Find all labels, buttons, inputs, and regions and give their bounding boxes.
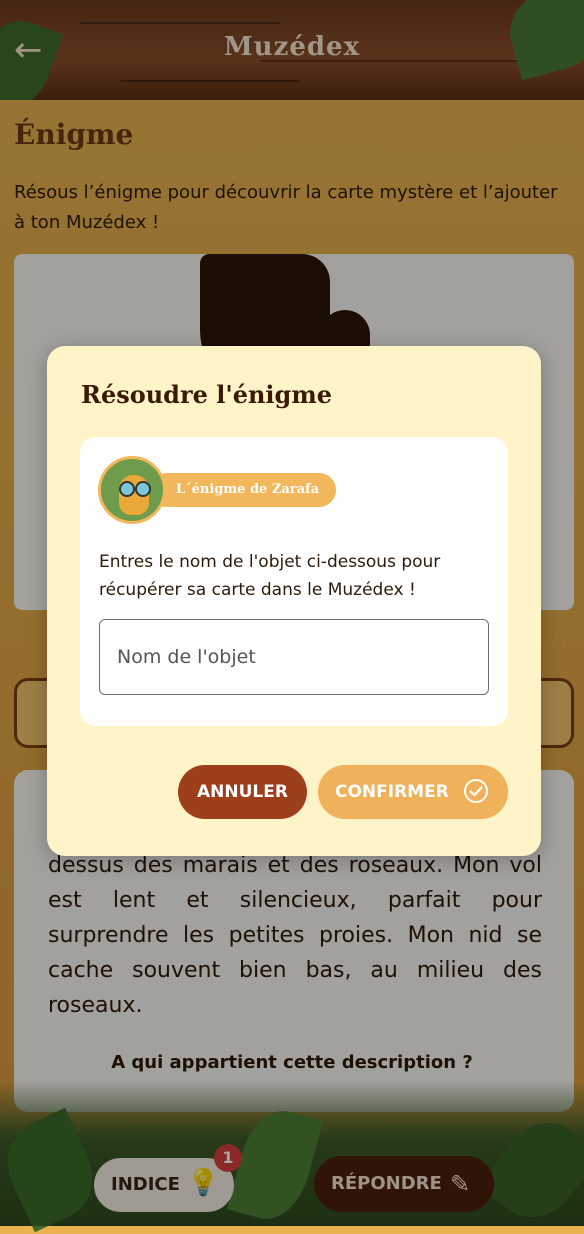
check-circle-icon [464, 779, 488, 803]
riddle-author-label: L´énigme de Zarafa [176, 482, 320, 497]
dialog-message: Entres le nom de l'objet ci-dessous pour… [99, 552, 441, 600]
goggle-icon [119, 481, 135, 497]
object-name-field [99, 619, 489, 695]
riddle-author-tag: L´énigme de Zarafa [150, 473, 336, 507]
dialog-title: Résoudre l'énigme [81, 380, 332, 409]
confirm-button-label: CONFIRMER [335, 782, 449, 802]
goggle-icon [135, 481, 151, 497]
zarafa-avatar [98, 456, 166, 524]
cancel-button[interactable]: ANNULER [178, 765, 307, 819]
object-name-input[interactable] [100, 620, 488, 694]
